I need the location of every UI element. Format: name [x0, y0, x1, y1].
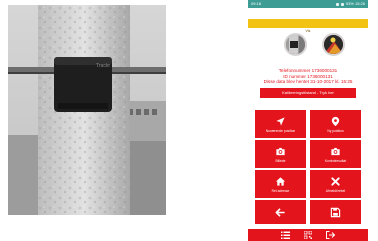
current-position-button[interactable]: Nuværende position [255, 110, 306, 138]
tile-label: Afmeldt/rebel [325, 188, 346, 193]
phone-screen: 09:18 93% 15:26 Vis Telefonnummer 173600… [248, 0, 368, 241]
location-photo-thumb[interactable] [322, 33, 345, 56]
status-time: 09:18 [251, 1, 262, 6]
unregister-button[interactable]: Afmeldt/rebel [310, 170, 361, 198]
edit-address-button[interactable]: Ret adresse [255, 170, 306, 198]
photo-thumb-image [286, 35, 305, 54]
save-button[interactable] [310, 200, 361, 224]
bottom-nav [248, 229, 368, 241]
status-bar: 09:18 93% 15:26 [248, 0, 368, 8]
status-icons: 93% 15:26 [335, 0, 365, 8]
top-toggle-bar[interactable]: Vis [248, 19, 368, 33]
pole-scene: Trackr [8, 5, 166, 215]
status-battery: 93% 15:26 [345, 1, 365, 6]
control-result-button[interactable]: Kontrolresultat [310, 140, 361, 168]
data-fetched-text: Disse data blev hentet 31-10-2017 kl. 15… [263, 79, 353, 84]
photo-thumb-image [324, 35, 343, 54]
save-icon [330, 207, 341, 217]
device-label: Trackr [96, 63, 110, 69]
map-pin-icon [331, 116, 340, 126]
tile-label: Billede [275, 158, 286, 163]
calibration-button[interactable]: Kalibreringstilstand - Tryk her [260, 88, 356, 98]
tile-label: Ny position [327, 128, 344, 133]
new-position-button[interactable]: Ny position [310, 110, 361, 138]
camera-icon [276, 147, 285, 155]
wifi-icon [335, 2, 339, 6]
top-toggle-label: Vis [305, 29, 311, 33]
close-icon [331, 176, 340, 186]
tile-label: Kontrolresultat [324, 158, 347, 163]
logout-icon[interactable] [326, 231, 335, 239]
photo-button[interactable]: Billede [255, 140, 306, 168]
list-icon[interactable] [281, 231, 290, 239]
qr-code-icon[interactable] [304, 231, 312, 239]
tile-label: Nuværende position [265, 128, 296, 133]
back-button[interactable] [255, 200, 306, 224]
camera-icon [331, 147, 340, 155]
home-icon [275, 176, 286, 186]
signal-icon [340, 2, 344, 6]
tile-label: Ret adresse [271, 188, 290, 193]
arrow-left-icon [275, 207, 285, 217]
device-photo-thumb[interactable] [284, 33, 307, 56]
device-photo: Trackr [8, 5, 166, 215]
navigation-arrow-icon [276, 116, 285, 126]
